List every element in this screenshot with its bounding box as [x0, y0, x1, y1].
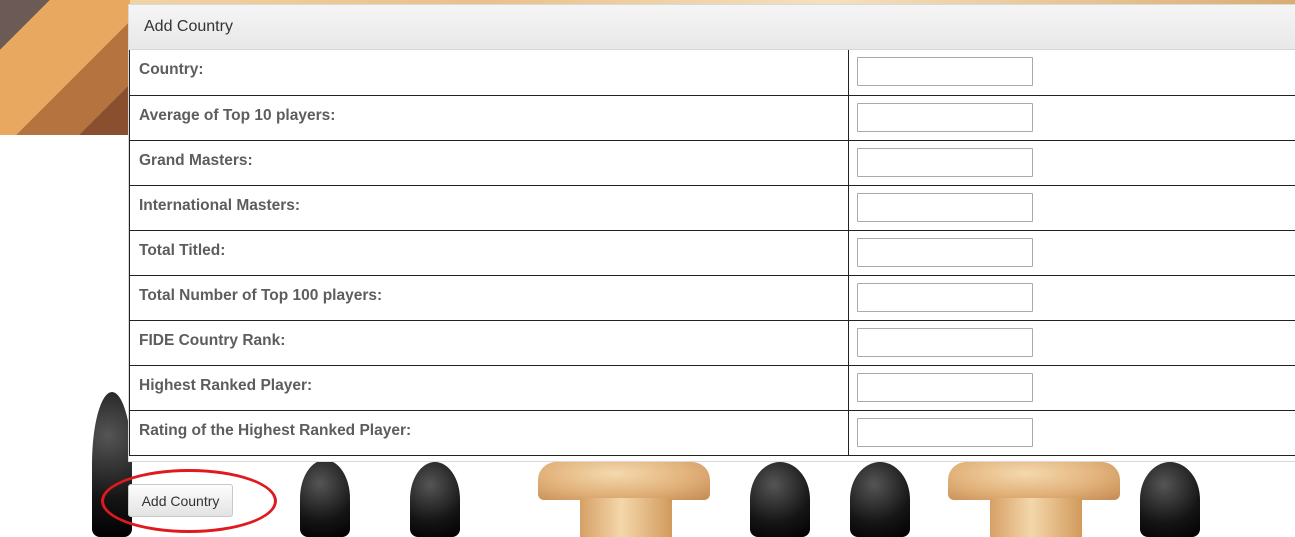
dark-pawn-image — [850, 462, 910, 537]
dark-pawn-image — [300, 460, 350, 537]
field-label: Total Titled: — [129, 229, 849, 276]
field-cell — [848, 409, 1295, 456]
form-row: Rating of the Highest Ranked Player: — [129, 409, 1295, 456]
field-label: Highest Ranked Player: — [129, 364, 849, 411]
form-row: Grand Masters: — [129, 139, 1295, 186]
text-input[interactable] — [857, 417, 1033, 447]
light-pawn-image — [990, 498, 1082, 537]
add-country-form-table: Country: Average of Top 10 players: Grand … — [129, 50, 1295, 456]
form-row: Average of Top 10 players: — [129, 94, 1295, 141]
field-cell — [848, 319, 1295, 366]
text-input[interactable] — [857, 57, 1033, 86]
field-cell — [848, 94, 1295, 141]
field-label: Total Number of Top 100 players: — [129, 274, 849, 321]
dark-pawn-image — [92, 392, 132, 537]
add-country-button[interactable]: Add Country — [128, 484, 233, 517]
form-row: Total Number of Top 100 players: — [129, 274, 1295, 321]
light-pawn-image — [580, 498, 672, 537]
field-label: Country: — [129, 50, 849, 96]
field-cell — [848, 229, 1295, 276]
dark-pawn-image — [1140, 462, 1200, 537]
dark-pawn-image — [410, 462, 460, 537]
field-cell — [848, 50, 1295, 96]
text-input[interactable] — [857, 327, 1033, 357]
text-input[interactable] — [857, 147, 1033, 177]
field-label: Average of Top 10 players: — [129, 94, 849, 141]
text-input[interactable] — [857, 192, 1033, 222]
chessboard-background-image — [0, 0, 140, 135]
field-cell — [848, 184, 1295, 231]
field-label: FIDE Country Rank: — [129, 319, 849, 366]
field-cell — [848, 139, 1295, 186]
form-row: Highest Ranked Player: — [129, 364, 1295, 411]
text-input[interactable] — [857, 237, 1033, 267]
field-label: Rating of the Highest Ranked Player: — [129, 409, 849, 456]
field-label: International Masters: — [129, 184, 849, 231]
panel-title: Add Country — [129, 5, 1295, 50]
form-row: FIDE Country Rank: — [129, 319, 1295, 366]
field-cell — [848, 274, 1295, 321]
text-input[interactable] — [857, 282, 1033, 312]
form-row: Total Titled: — [129, 229, 1295, 276]
form-row: International Masters: — [129, 184, 1295, 231]
light-pawn-image — [948, 462, 1120, 500]
field-label: Grand Masters: — [129, 139, 849, 186]
text-input[interactable] — [857, 102, 1033, 132]
field-cell — [848, 364, 1295, 411]
text-input[interactable] — [857, 372, 1033, 402]
light-pawn-image — [538, 462, 710, 500]
add-country-panel: Add Country Country: Average of Top 10 pl… — [128, 4, 1295, 462]
form-row: Country: — [129, 50, 1295, 96]
dark-pawn-image — [750, 462, 810, 537]
